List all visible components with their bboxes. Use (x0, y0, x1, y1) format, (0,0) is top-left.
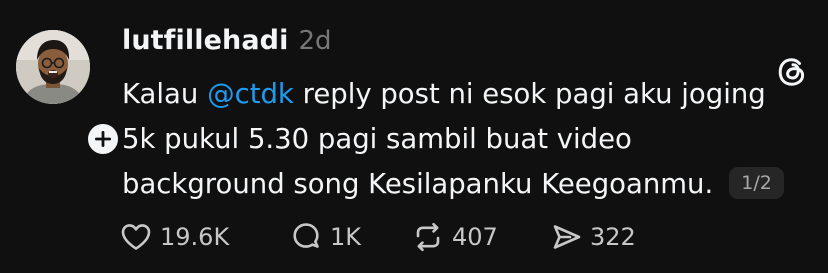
comment-icon (293, 223, 319, 248)
share-icon (553, 225, 581, 249)
post-text-line-2: 5k pukul 5.30 pagi sambil buat video (122, 123, 632, 155)
plus-icon (95, 131, 111, 147)
mention-link[interactable]: @ctdk (207, 78, 294, 110)
follow-button[interactable] (84, 120, 122, 158)
repost-icon (416, 222, 440, 252)
repost-count: 407 (452, 223, 498, 251)
post-header: lutfillehadi 2d (122, 25, 331, 56)
thread-post: lutfillehadi 2d Kalau @ctdk reply post n… (0, 0, 828, 273)
share-button[interactable]: 322 (548, 218, 658, 256)
avatar[interactable] (16, 30, 90, 104)
heart-icon (121, 224, 151, 250)
reply-count: 1K (330, 223, 362, 251)
like-button[interactable]: 19.6K (118, 218, 288, 256)
post-text: Kalau @ctdk reply post ni esok pagi aku … (122, 72, 802, 207)
post-text-line-3-text: background song Kesilapanku Keegoanmu. (122, 168, 714, 200)
avatar-container[interactable] (16, 30, 122, 158)
avatar-image (16, 30, 90, 104)
page-indicator-badge: 1/2 (729, 167, 784, 199)
post-text-suffix: reply post ni esok pagi aku joging (293, 78, 766, 110)
post-text-line-1: Kalau @ctdk reply post ni esok pagi aku … (122, 72, 802, 117)
action-bar: 19.6K 1K 407 322 (118, 218, 658, 256)
username-link[interactable]: lutfillehadi (122, 25, 288, 56)
post-text-line-3: background song Kesilapanku Keegoanmu. 1/… (122, 162, 802, 207)
reply-button[interactable]: 1K (288, 218, 410, 256)
post-timestamp[interactable]: 2d (298, 26, 331, 56)
post-text-prefix: Kalau (122, 78, 208, 110)
share-count: 322 (590, 223, 636, 251)
repost-button[interactable]: 407 (410, 218, 548, 256)
like-count: 19.6K (160, 223, 230, 251)
